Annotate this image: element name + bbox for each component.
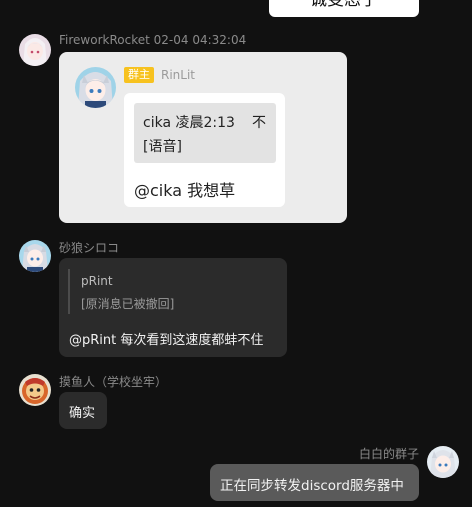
message-bubble-shiroko[interactable]: pRint [原消息已被撤回] @pRint 每次看到这速度都蚌不住 (59, 258, 287, 357)
sender-moyuren: 摸鱼人（学校坐牢） (59, 375, 168, 389)
message-text: 正在同步转发discord服务器中 (220, 478, 404, 494)
top-message-bubble[interactable]: 诚变态了 (269, 0, 419, 17)
message-bubble-self[interactable]: 正在同步转发discord服务器中 (210, 464, 419, 501)
sender-fireworkrocket: FireworkRocket 02-04 04:32:04 (59, 33, 246, 47)
avatar-self[interactable] (427, 446, 459, 478)
quote-line-2: [语音] (143, 139, 182, 155)
message-text: @pRint 每次看到这速度都蚌不住 (69, 333, 264, 348)
forwarded-message-text: @cika 我想草 (134, 181, 236, 200)
avatar-fireworkrocket[interactable] (19, 34, 51, 66)
forwarded-sender-name: RinLit (161, 68, 196, 82)
message-time: 02-04 04:32:04 (153, 33, 247, 47)
sender-self: 白白的群子 (358, 447, 419, 461)
message-text: 确实 (69, 406, 96, 421)
avatar-rinlit (75, 67, 116, 108)
message-bubble-moyuren[interactable]: 确实 (59, 392, 107, 429)
avatar-shiroko[interactable] (19, 240, 51, 272)
forwarded-quote-block[interactable]: cika 凌晨2:13 不 [语音] (134, 103, 276, 163)
sender-shiroko: 砂狼シロコ (59, 241, 120, 255)
owner-badge: 群主 (124, 67, 154, 83)
reply-text: [原消息已被撤回] (81, 297, 175, 311)
avatar-lion[interactable] (19, 374, 51, 406)
quote-line-1: cika 凌晨2:13 (143, 115, 235, 131)
reply-bar (68, 269, 70, 314)
reply-sender-name: pRint (81, 274, 113, 288)
quote-line-1-tail: 不 (252, 115, 266, 131)
top-message-text: 诚变态了 (310, 0, 378, 10)
sender-name: FireworkRocket (59, 33, 150, 47)
